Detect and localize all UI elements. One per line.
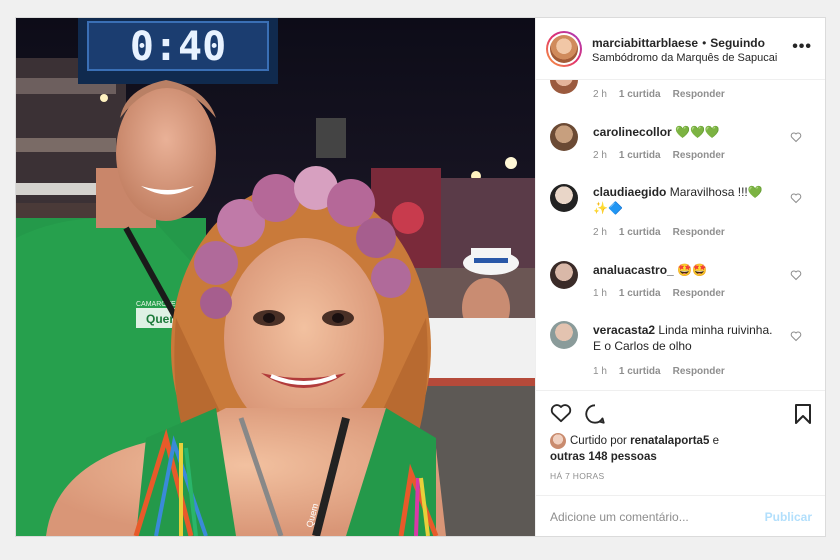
post-actions: Curtido por renatalaporta5 e outras 148 … bbox=[536, 390, 825, 536]
header-separator: • bbox=[702, 36, 707, 50]
post-header: marciabittarblaese • Seguindo Sambódromo d… bbox=[536, 18, 825, 80]
add-comment-input[interactable]: Adicione um comentário... bbox=[550, 510, 689, 524]
comment-meta: 1 h 1 curtida Responder bbox=[593, 288, 737, 299]
comment-meta: 2 h 1 curtida Responder bbox=[593, 150, 737, 161]
comment-text: analuacastro_ 🤩🤩 bbox=[593, 262, 783, 278]
likes-summary: Curtido por renatalaporta5 e outras 148 … bbox=[550, 433, 810, 465]
comment-avatar[interactable] bbox=[550, 80, 578, 94]
post-sidebar: marciabittarblaese • Seguindo Sambódromo d… bbox=[535, 18, 825, 536]
comment-meta: 2 h 1 curtida Responder bbox=[593, 89, 737, 100]
comment-body: 💚💚💚 bbox=[675, 125, 720, 139]
heart-outline-icon[interactable] bbox=[790, 131, 802, 143]
comment-reply-button[interactable]: Responder bbox=[673, 150, 725, 161]
comment-likes[interactable]: 1 curtida bbox=[619, 288, 661, 299]
author-avatar[interactable] bbox=[546, 31, 582, 67]
comments-list[interactable]: 2 h 1 curtida Responder carolinecollor 💚💚💚… bbox=[536, 80, 825, 390]
likes-prefix: Curtido por bbox=[570, 435, 627, 448]
comment-meta: 2 h 1 curtida Responder bbox=[593, 227, 737, 238]
follow-status-button[interactable]: Seguindo bbox=[710, 36, 765, 50]
add-comment-bar: Adicione um comentário... Publicar bbox=[536, 495, 825, 536]
like-heart-icon[interactable] bbox=[550, 403, 572, 423]
comment-body: 🤩🤩 bbox=[677, 263, 707, 277]
liker-username[interactable]: renatalaporta5 bbox=[630, 435, 709, 447]
comment-likes[interactable]: 1 curtida bbox=[619, 227, 661, 238]
heart-outline-icon[interactable] bbox=[790, 330, 802, 342]
header-line: marciabittarblaese • Seguindo bbox=[592, 36, 765, 50]
likes-others-link[interactable]: outras 148 pessoas bbox=[550, 451, 657, 463]
publish-button[interactable]: Publicar bbox=[765, 510, 812, 524]
comment-username[interactable]: veracasta2 bbox=[593, 323, 655, 337]
comment-time: 2 h bbox=[593, 227, 607, 238]
likes-conj: e bbox=[712, 435, 719, 448]
post-timestamp[interactable]: HÁ 7 HORAS bbox=[550, 471, 605, 481]
comment-avatar[interactable] bbox=[550, 184, 578, 212]
heart-outline-icon[interactable] bbox=[790, 269, 802, 281]
comment-reply-button[interactable]: Responder bbox=[673, 366, 725, 377]
comment-text: veracasta2 Linda minha ruivinha. E o Car… bbox=[593, 322, 783, 354]
more-horizontal-icon[interactable]: ••• bbox=[792, 38, 812, 56]
comment-avatar[interactable] bbox=[550, 261, 578, 289]
comment-likes[interactable]: 1 curtida bbox=[619, 150, 661, 161]
post-card: 0:40 Quem CAMAROTE Quem marciabittarblae… bbox=[15, 17, 826, 537]
comment-avatar[interactable] bbox=[550, 123, 578, 151]
liker-avatar[interactable] bbox=[550, 433, 566, 449]
post-photo[interactable]: 0:40 Quem CAMAROTE Quem bbox=[16, 18, 535, 536]
scoreboard-clock: 0:40 bbox=[130, 24, 226, 70]
comment-reply-button[interactable]: Responder bbox=[673, 227, 725, 238]
comment-likes[interactable]: 1 curtida bbox=[619, 366, 661, 377]
heart-outline-icon[interactable] bbox=[790, 192, 802, 204]
comment-likes[interactable]: 1 curtida bbox=[619, 89, 661, 100]
comment-time: 2 h bbox=[593, 150, 607, 161]
comment-bubble-icon[interactable] bbox=[584, 403, 606, 425]
comment-username[interactable]: claudiaegido bbox=[593, 185, 666, 199]
comment-reply-button[interactable]: Responder bbox=[673, 288, 725, 299]
location-link[interactable]: Sambódromo da Marquês de Sapucai bbox=[592, 52, 777, 64]
comment-time: 1 h bbox=[593, 366, 607, 377]
comment-time: 1 h bbox=[593, 288, 607, 299]
comment-username[interactable]: analuacastro_ bbox=[593, 263, 674, 277]
comment-avatar[interactable] bbox=[550, 321, 578, 349]
comment-meta: 1 h 1 curtida Responder bbox=[593, 366, 737, 377]
comment-text: claudiaegido Maravilhosa !!!💚 ✨🔷 bbox=[593, 184, 783, 216]
comment-time: 2 h bbox=[593, 89, 607, 100]
comment-text: carolinecollor 💚💚💚 bbox=[593, 124, 783, 140]
author-username[interactable]: marciabittarblaese bbox=[592, 36, 698, 50]
comment-reply-button[interactable]: Responder bbox=[673, 89, 725, 100]
comment-username[interactable]: carolinecollor bbox=[593, 125, 672, 139]
bookmark-icon[interactable] bbox=[794, 403, 812, 425]
photo-illustration: 0:40 Quem CAMAROTE Quem bbox=[16, 18, 535, 536]
